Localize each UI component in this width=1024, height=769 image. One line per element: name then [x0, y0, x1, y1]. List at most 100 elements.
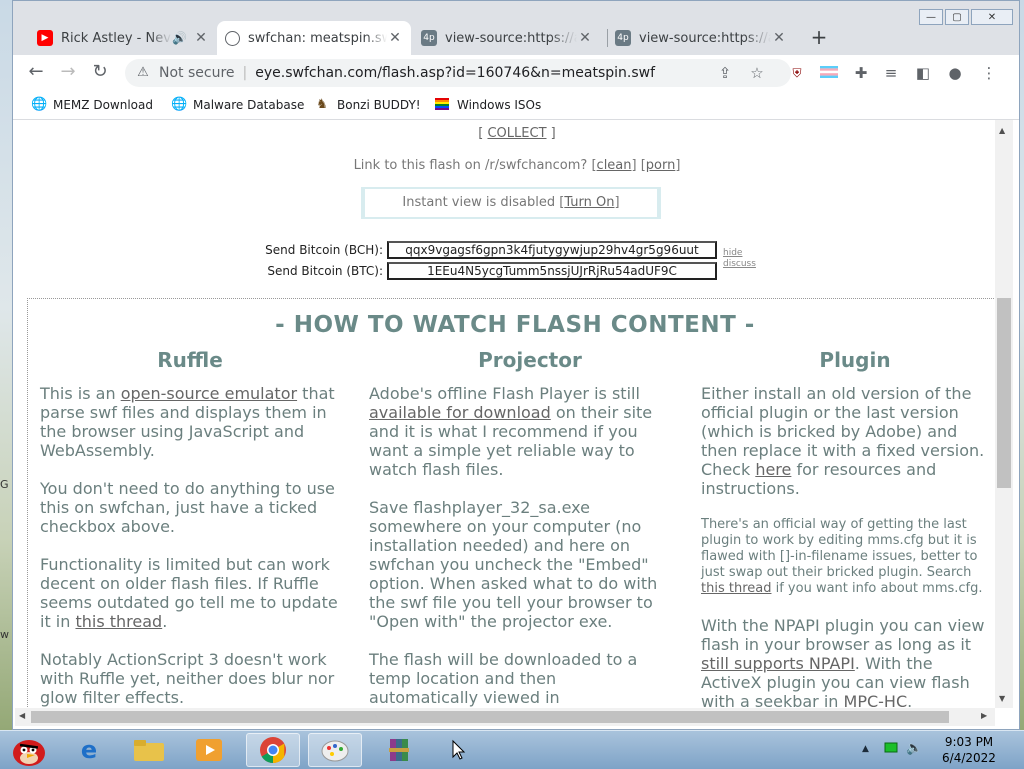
security-label[interactable]: Not secure: [159, 65, 235, 81]
address-bar[interactable]: ⚠ Not secure | eye.swfchan.com/flash.asp…: [125, 59, 791, 87]
bookmark-memz[interactable]: 🌐 MEMZ Download: [31, 96, 153, 114]
download-link[interactable]: available for download: [369, 403, 551, 422]
plugin-paragraph: With the NPAPI plugin you can view flash…: [701, 616, 995, 708]
4p-icon: 4p: [421, 30, 437, 46]
instant-view-text: Instant view is disabled: [402, 195, 556, 210]
bracket-close: ]: [546, 126, 556, 141]
winrar-icon[interactable]: [372, 733, 426, 767]
bch-label: Send Bitcoin (BCH):: [265, 243, 383, 257]
globe-icon: [225, 30, 240, 46]
bookmark-label: Malware Database: [193, 98, 305, 112]
extension-flag-icon[interactable]: [819, 63, 839, 83]
close-icon[interactable]: ✕: [771, 30, 787, 46]
bookmark-windows-isos[interactable]: Windows ISOs: [435, 96, 541, 114]
horizontal-scrollbar[interactable]: ◀ ▶: [15, 708, 995, 726]
porn-link[interactable]: porn: [646, 158, 676, 173]
plugin-column: Either install an old version of the off…: [701, 384, 995, 708]
plugin-heading: Plugin: [819, 348, 891, 372]
back-button[interactable]: ←: [25, 61, 47, 83]
bookmark-label: MEMZ Download: [53, 98, 153, 112]
angry-birds-icon[interactable]: [2, 733, 56, 767]
tab-strip: ▶ Rick Astley - Never Gonna Give You Up …: [13, 1, 1019, 55]
share-icon[interactable]: ⇪: [715, 63, 735, 83]
bch-row: Send Bitcoin (BCH): qqx9vgagsf6gpn3k4fju…: [15, 240, 995, 260]
tab-title: swfchan: meatspin.swf: [248, 30, 387, 46]
ruffle-heading: Ruffle: [157, 348, 223, 372]
bookmark-bonzi-buddy[interactable]: ♞ Bonzi BUDDY!: [315, 96, 421, 114]
close-window-button[interactable]: ✕: [971, 9, 1013, 25]
ruffle-paragraph: This is an open-source emulator that par…: [40, 384, 335, 460]
internet-explorer-icon[interactable]: e: [62, 733, 116, 767]
maximize-button[interactable]: ▢: [945, 9, 969, 25]
clock-time: 9:03 PM: [944, 735, 994, 749]
show-hidden-icons-icon[interactable]: ▲: [862, 744, 869, 754]
url-text[interactable]: eye.swfchan.com/flash.asp?id=160746&n=me…: [255, 65, 655, 81]
scroll-down-icon[interactable]: ▼: [999, 694, 1005, 703]
reload-button[interactable]: ↻: [89, 61, 111, 83]
address-divider: |: [242, 65, 248, 81]
close-icon[interactable]: ✕: [577, 30, 593, 46]
hide-link[interactable]: hide: [723, 248, 742, 258]
star-icon[interactable]: ☆: [747, 63, 767, 83]
browser-window: ▶ Rick Astley - Never Gonna Give You Up …: [12, 0, 1020, 730]
bch-address-field[interactable]: qqx9vgagsf6gpn3k4fjutygywjup29hv4gr5g96u…: [387, 241, 717, 259]
volume-icon[interactable]: 🔈: [906, 741, 922, 756]
ublock-icon[interactable]: ⛨: [787, 63, 807, 83]
reddit-text: Link to this flash on /r/swfchancom?: [353, 158, 588, 173]
tab-title: view-source:https://archive.org: [445, 30, 577, 46]
btc-label: Send Bitcoin (BTC):: [267, 264, 383, 278]
here-link[interactable]: here: [755, 460, 791, 479]
minimize-button[interactable]: —: [919, 9, 943, 25]
tab-view-source-2[interactable]: 4p view-source:https://archive.org ✕: [607, 21, 795, 55]
chrome-icon[interactable]: [246, 733, 300, 767]
bookmarks-bar: 🌐 MEMZ Download 🌐 Malware Database ♞ Bon…: [13, 91, 1019, 120]
forward-button[interactable]: →: [57, 61, 79, 83]
plugin-thread-link[interactable]: this thread: [701, 581, 771, 596]
npapi-link[interactable]: still supports NPAPI: [701, 654, 855, 673]
close-icon[interactable]: ✕: [193, 30, 209, 46]
media-player-icon[interactable]: [182, 733, 236, 767]
cursor-icon[interactable]: [432, 733, 486, 767]
speaker-icon[interactable]: 🔊: [172, 31, 187, 45]
ruffle-paragraph: Functionality is limited but can work de…: [40, 555, 338, 631]
mpc-hc-link[interactable]: MPC-HC: [844, 692, 908, 708]
system-clock[interactable]: 9:03 PM 6/4/2022: [934, 734, 1004, 766]
ruffle-paragraph: Notably ActionScript 3 doesn't work with…: [40, 650, 335, 707]
scroll-left-icon[interactable]: ◀: [19, 711, 25, 720]
btc-row: Send Bitcoin (BTC): 1EEu4N5ycgTumm5nssjU…: [15, 261, 995, 281]
vertical-scroll-thumb[interactable]: [997, 298, 1011, 488]
battery-icon[interactable]: [884, 741, 898, 757]
tab-swfchan[interactable]: swfchan: meatspin.swf ✕: [217, 21, 411, 55]
discuss-link[interactable]: discuss: [723, 259, 756, 269]
bookmark-label: Bonzi BUDDY!: [337, 98, 421, 112]
btc-address-field[interactable]: 1EEu4N5ycgTumm5nssjUJrRjRu54adUF9C: [387, 262, 717, 280]
menu-icon[interactable]: ⋮: [979, 63, 999, 83]
collect-link[interactable]: COLLECT: [487, 126, 546, 141]
ruffle-column: This is an open-source emulator that par…: [40, 384, 350, 708]
tab-youtube[interactable]: ▶ Rick Astley - Never Gonna Give You Up …: [29, 21, 217, 55]
projector-paragraph: Save flashplayer_32_sa.exe somewhere on …: [369, 498, 658, 631]
scroll-right-icon[interactable]: ▶: [981, 711, 987, 720]
close-icon[interactable]: ✕: [387, 30, 403, 46]
side-panel-icon[interactable]: ◧: [913, 63, 933, 83]
folder-icon[interactable]: [122, 733, 176, 767]
ruffle-thread-link[interactable]: this thread: [75, 612, 162, 631]
ruffle-paragraph: You don't need to do anything to use thi…: [40, 479, 335, 536]
warning-icon[interactable]: ⚠: [135, 65, 151, 81]
turn-on-link[interactable]: Turn On: [564, 195, 614, 210]
emulator-link[interactable]: open-source emulator: [121, 384, 297, 403]
vertical-scrollbar[interactable]: ▲ ▼: [995, 120, 1013, 708]
projector-paragraph: Adobe's offline Flash Player is still av…: [369, 384, 653, 479]
tab-view-source-1[interactable]: 4p view-source:https://archive.org ✕: [413, 21, 601, 55]
how-to-watch-title: - HOW TO WATCH FLASH CONTENT -: [275, 312, 755, 338]
new-tab-button[interactable]: +: [807, 25, 831, 49]
scroll-up-icon[interactable]: ▲: [999, 126, 1005, 135]
4p-icon: 4p: [615, 30, 631, 46]
paint-icon[interactable]: [308, 733, 362, 767]
bookmark-malware-database[interactable]: 🌐 Malware Database: [171, 96, 304, 114]
media-control-icon[interactable]: ≡: [881, 63, 901, 83]
clean-link[interactable]: clean: [597, 158, 632, 173]
profile-icon[interactable]: ●: [945, 63, 965, 83]
horizontal-scroll-thumb[interactable]: [31, 711, 949, 723]
puzzle-icon[interactable]: ✚: [851, 63, 871, 83]
